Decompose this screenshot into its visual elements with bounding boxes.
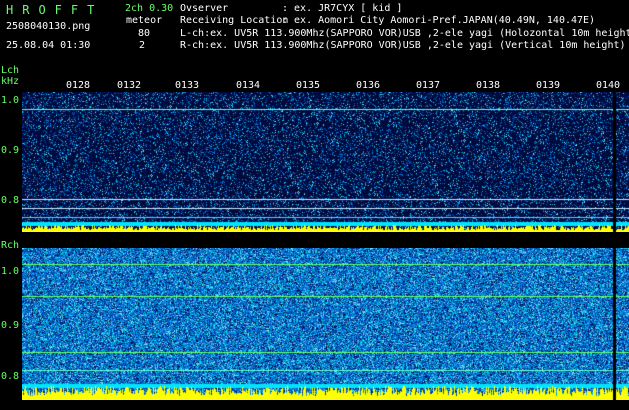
filename-label: 2508040130.png [6, 21, 91, 32]
time-tick-0138: 0138 [476, 80, 501, 91]
time-tick-0137: 0137 [416, 80, 441, 91]
rch-receiver-info: R-ch:ex. UV5R 113.900Mhz(SAPPORO VOR)USB… [180, 40, 626, 51]
app-title: HROFFT [6, 3, 104, 17]
time-tick-0136: 0136 [356, 80, 381, 91]
rch-ytick-0-9: 0.9 [1, 320, 20, 331]
time-tick-0132: 0132 [117, 80, 142, 91]
lch-ytick-0-8: 0.8 [1, 195, 20, 206]
time-tick-0134: 0134 [236, 80, 261, 91]
rch-ytick-0-8: 0.8 [1, 371, 20, 382]
time-tick-0140: 0140 [596, 80, 621, 91]
rch-ytick-1-0: 1.0 [1, 266, 20, 277]
lch-label: Lch [1, 65, 20, 76]
time-tick-0139: 0139 [536, 80, 561, 91]
observer-label: Ovserver [180, 3, 229, 14]
lch-unit-label: kHz [1, 76, 20, 87]
rch-spectrogram-canvas [22, 248, 629, 400]
meteor-count-rch: 2 [139, 40, 146, 51]
rch-label: Rch [1, 240, 20, 251]
meteor-count-lch: 80 [138, 28, 151, 39]
location-label: Receiving Location [180, 15, 289, 26]
lch-receiver-info: L-ch:ex. UV5R 113.900Mhz(SAPPORO VOR)USB… [180, 28, 629, 39]
time-tick-0135: 0135 [296, 80, 321, 91]
lch-ytick-1-0: 1.0 [1, 95, 20, 106]
observer-value: : ex. JR7CYX [ kid ] [282, 3, 403, 14]
lch-ytick-0-9: 0.9 [1, 145, 20, 156]
time-tick-0133: 0133 [175, 80, 200, 91]
rch-spectrogram [22, 248, 629, 400]
lch-spectrogram-canvas [22, 92, 629, 232]
datetime-label: 25.08.04 01:30 [6, 40, 91, 51]
mode-label: 2ch 0.30 [125, 3, 174, 14]
time-tick-0128: 0128 [66, 80, 91, 91]
lch-spectrogram [22, 92, 629, 232]
location-value: : ex. Aomori City Aomori-Pref.JAPAN(40.4… [282, 15, 596, 26]
meteor-label: meteor [126, 15, 163, 26]
